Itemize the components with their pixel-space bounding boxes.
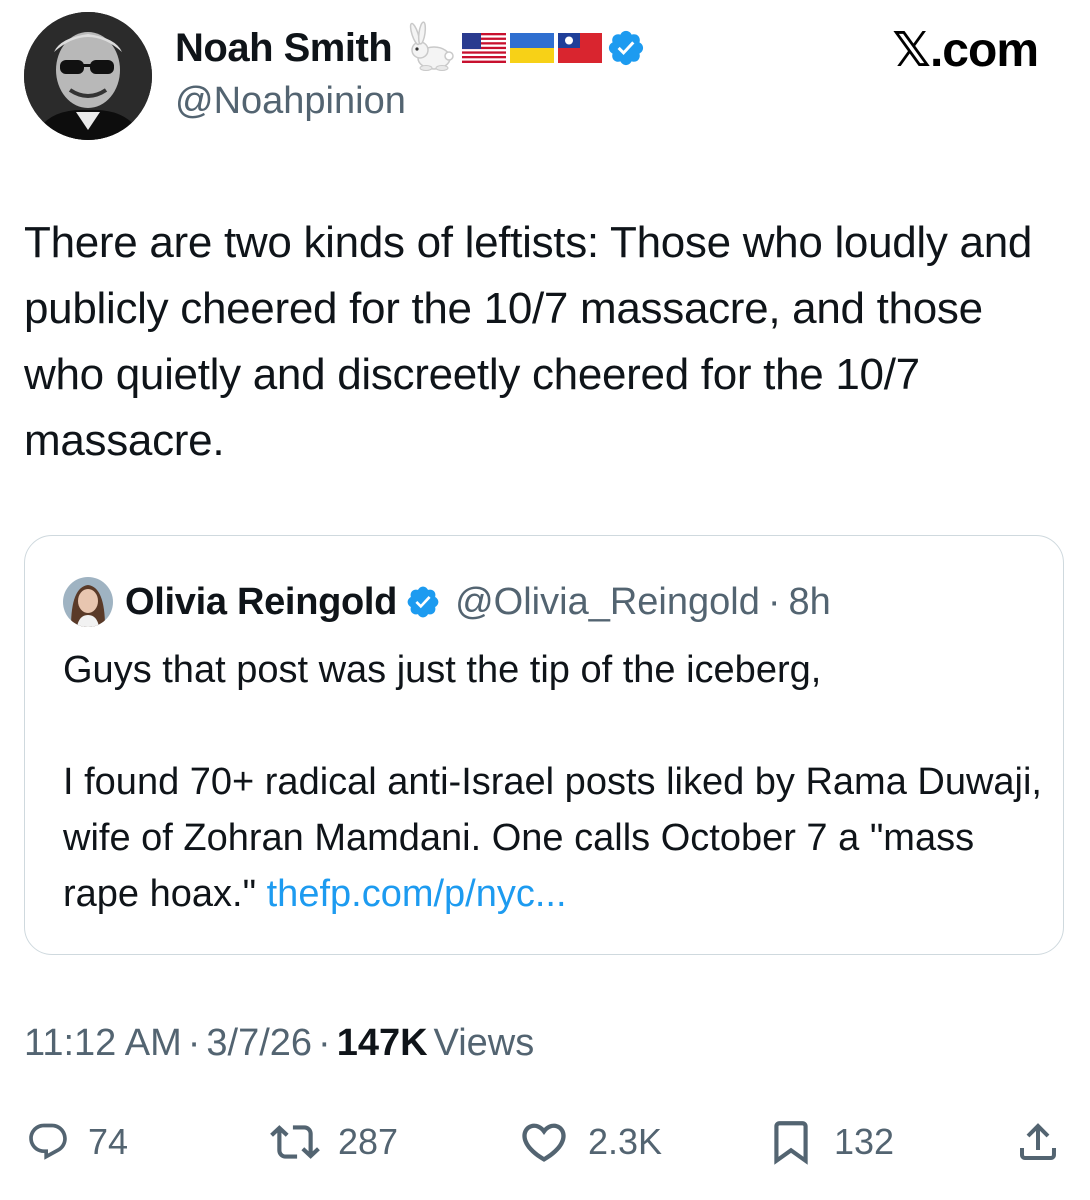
like-button[interactable]: 2.3K — [518, 1112, 662, 1172]
quoted-author-avatar[interactable] — [63, 577, 113, 627]
quoted-author-name[interactable]: Olivia Reingold — [125, 581, 397, 624]
share-button[interactable] — [1014, 1112, 1062, 1172]
quoted-timestamp[interactable]: 8h — [789, 581, 831, 624]
flag-ua-icon — [510, 33, 555, 63]
action-bar: 74 287 2.3K 132 — [24, 1112, 1064, 1172]
share-icon — [1020, 1123, 1056, 1160]
quoted-tweet-header: Olivia Reingold @Olivia_Reingold · 8h — [63, 576, 831, 628]
views-count: 147K — [336, 1022, 428, 1064]
bookmark-icon — [774, 1121, 808, 1165]
tweet-time[interactable]: 11:12 AM — [24, 1022, 182, 1065]
tweet-meta: 11:12 AM · 3/7/26 · 147K Views — [24, 1022, 534, 1065]
quoted-author-handle[interactable]: @Olivia_Reingold — [455, 581, 760, 624]
flag-us-icon — [462, 33, 507, 63]
quoted-author-avatar-image — [63, 577, 113, 627]
meta-separator: · — [318, 1022, 331, 1064]
repost-button[interactable]: 287 — [270, 1112, 398, 1172]
x-brand-logo: 𝕏.com — [892, 24, 1039, 77]
bookmark-count: 132 — [834, 1121, 895, 1162]
author-display-name[interactable]: Noah Smith — [175, 26, 393, 71]
reply-count: 74 — [88, 1121, 129, 1162]
quoted-tweet-text: Guys that post was just the tip of the i… — [63, 642, 1043, 922]
repost-count: 287 — [338, 1121, 399, 1162]
bookmark-button[interactable]: 132 — [766, 1112, 894, 1172]
quoted-separator: · — [767, 580, 781, 623]
meta-separator: · — [187, 1022, 201, 1064]
author-avatar-image — [24, 12, 152, 140]
verified-badge-icon[interactable] — [606, 28, 646, 68]
verified-badge-icon[interactable] — [405, 584, 441, 620]
repost-icon — [270, 1125, 320, 1159]
like-count: 2.3K — [588, 1121, 663, 1162]
tweet-text: There are two kinds of leftists: Those w… — [24, 218, 1033, 465]
reply-icon — [29, 1123, 67, 1160]
author-handle[interactable]: @Noahpinion — [175, 80, 406, 123]
author-name-row: Noah Smith — [175, 20, 646, 76]
views-label: Views — [433, 1022, 535, 1064]
like-icon — [522, 1123, 566, 1162]
reply-button[interactable]: 74 — [26, 1112, 128, 1172]
flag-tw-icon — [558, 33, 603, 63]
rabbit-emoji-icon — [410, 21, 454, 71]
tweet-date[interactable]: 3/7/26 — [206, 1022, 312, 1065]
quoted-tweet-link[interactable]: thefp.com/p/nyc... — [267, 873, 567, 915]
author-name-emojis — [402, 20, 646, 76]
author-avatar[interactable] — [24, 12, 152, 140]
quoted-tweet-card[interactable]: Olivia Reingold @Olivia_Reingold · 8h Gu… — [24, 535, 1064, 955]
